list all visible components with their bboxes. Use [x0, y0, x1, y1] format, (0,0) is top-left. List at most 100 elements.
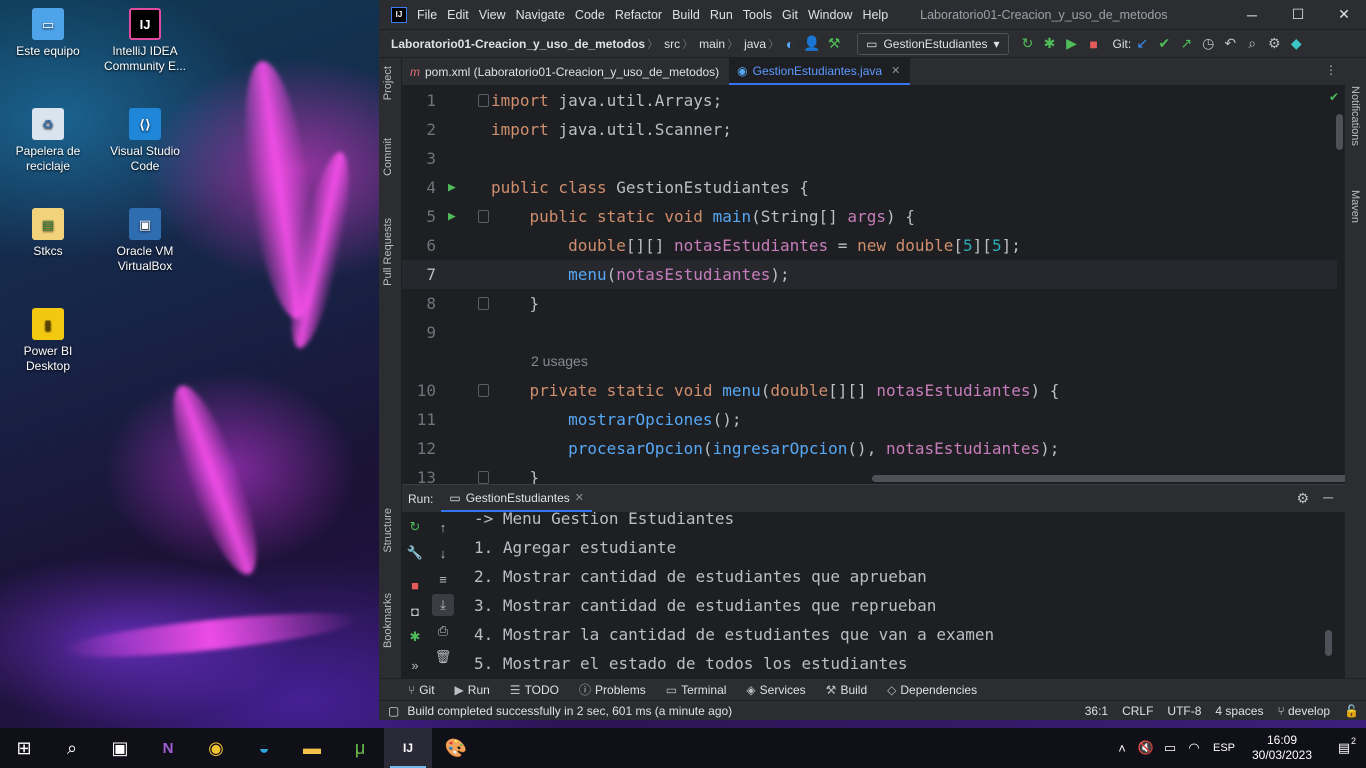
breadcrumb-java[interactable]: java [738, 37, 768, 51]
close-button[interactable]: ✕ [1321, 0, 1366, 29]
menu-navigate[interactable]: Navigate [516, 8, 565, 22]
more-options-icon[interactable]: ⋮ [1325, 63, 1337, 77]
menu-git[interactable]: Git [782, 8, 798, 22]
menu-build[interactable]: Build [672, 8, 700, 22]
caret-position[interactable]: 36:1 [1085, 704, 1108, 718]
code-line[interactable]: 2 import java.util.Scanner; [402, 115, 1337, 144]
code-line[interactable]: 6 double[][] notasEstudiantes = new doub… [402, 231, 1337, 260]
code-line[interactable]: 3 [402, 144, 1337, 173]
tool-tab-maven[interactable]: Maven [1349, 190, 1361, 223]
desktop-icon-intellij[interactable]: IJ IntelliJ IDEA Community E... [97, 8, 193, 74]
search-icon[interactable]: ⌕ [48, 728, 96, 768]
volume-muted-icon[interactable]: 🔇 [1134, 740, 1158, 756]
debug-settings-icon[interactable]: ✱ [404, 626, 426, 648]
run-tab-gestion-estudiantes[interactable]: ▭ GestionEstudiantes ✕ [441, 485, 592, 512]
close-tab-icon[interactable]: ✕ [891, 64, 900, 77]
hammer-icon[interactable]: ⚒ [823, 33, 845, 55]
code-editor[interactable]: ✔ 1 import java.util.Arrays; 2 import java.… [402, 86, 1345, 484]
debug-icon[interactable]: ✱ [1039, 33, 1061, 55]
bottom-tool-terminal[interactable]: ▭ Terminal [666, 683, 727, 697]
hide-panel-icon[interactable]: ─ [1323, 489, 1333, 505]
trash-icon[interactable]: 🗑 [432, 646, 454, 668]
vertical-scrollbar[interactable] [1336, 114, 1343, 150]
breadcrumb-main[interactable]: main [693, 37, 727, 51]
onenote-icon[interactable]: N [144, 728, 192, 768]
tool-tab-structure[interactable]: Structure [382, 508, 394, 553]
run-config-selector[interactable]: ▭ GestionEstudiantes ▾ [857, 32, 1009, 55]
notification-center-icon[interactable]: ▤ 2 [1322, 736, 1366, 756]
git-push-icon[interactable]: ↗ [1175, 33, 1197, 55]
wrench-icon[interactable]: 🔧 [404, 542, 426, 564]
task-view-icon[interactable]: ▣ [96, 728, 144, 768]
file-encoding[interactable]: UTF-8 [1167, 704, 1201, 718]
code-line[interactable]: 11 mostrarOpciones(); [402, 405, 1337, 434]
desktop-icon-powerbi[interactable]: ▮ Power BI Desktop [0, 308, 96, 374]
file-explorer-icon[interactable]: ▬ [288, 728, 336, 768]
rerun-icon[interactable]: ↻ [1017, 33, 1039, 55]
tool-tab-notifications[interactable]: Notifications [1349, 86, 1361, 146]
usages-hint[interactable]: 2 usages [402, 347, 1337, 376]
bottom-tool-git[interactable]: ⑂ Git [408, 683, 435, 697]
code-line[interactable]: 13 } [402, 463, 1337, 484]
desktop-icon-recycle-bin[interactable]: ♻ Papelera de reciclaje [0, 108, 96, 174]
menu-code[interactable]: Code [575, 8, 605, 22]
bottom-tool-services[interactable]: ◈ Services [746, 683, 805, 697]
menu-refactor[interactable]: Refactor [615, 8, 662, 22]
class-icon[interactable]: ◐ [779, 33, 801, 55]
chevron-up-icon[interactable]: ˄ [1110, 741, 1134, 756]
code-line[interactable]: 5 ▶ public static void main(String[] args… [402, 202, 1337, 231]
code-line[interactable]: 1 import java.util.Arrays; [402, 86, 1337, 115]
git-commit-icon[interactable]: ✔ [1153, 33, 1175, 55]
status-message[interactable]: Build completed successfully in 2 sec, 6… [407, 704, 732, 718]
bottom-tool-build[interactable]: ⚒ Build [826, 683, 867, 697]
chrome-icon[interactable]: ◉ [192, 728, 240, 768]
desktop-icon-vscode[interactable]: ⟨⟩ Visual Studio Code [97, 108, 193, 174]
tool-tab-project[interactable]: Project [382, 66, 394, 100]
rollback-icon[interactable]: ↶ [1219, 33, 1241, 55]
bottom-tool-problems[interactable]: ⓘ Problems [579, 681, 646, 698]
code-line[interactable]: 8 } [402, 289, 1337, 318]
menu-window[interactable]: Window [808, 8, 852, 22]
gear-icon[interactable]: ⚙ [1296, 490, 1309, 507]
breadcrumb-project[interactable]: Laboratorio01-Creacion_y_uso_de_metodos [380, 37, 647, 51]
battery-icon[interactable]: ▭ [1158, 740, 1182, 756]
fold-icon[interactable] [478, 297, 489, 310]
menu-file[interactable]: File [417, 8, 437, 22]
search-icon[interactable]: ⌕ [1241, 33, 1263, 55]
intellij-taskbar-icon[interactable]: IJ [384, 728, 432, 768]
arrow-down-icon[interactable]: ↓ [432, 542, 454, 564]
code-line[interactable]: 9 [402, 318, 1337, 347]
close-tab-icon[interactable]: ✕ [575, 491, 584, 504]
input-language[interactable]: ESP [1206, 742, 1242, 754]
desktop-icon-stkcs[interactable]: ▤ Stkcs [0, 208, 96, 259]
desktop-icon-este-equipo[interactable]: ▭ Este equipo [0, 8, 96, 59]
scroll-to-end-icon[interactable]: ⤓ [432, 594, 454, 616]
tool-tab-pull-requests[interactable]: Pull Requests [382, 218, 394, 286]
bottom-tool-run[interactable]: ▶ Run [455, 683, 490, 697]
indent-setting[interactable]: 4 spaces [1215, 704, 1263, 718]
intellij-logo-icon[interactable]: IJ [391, 6, 407, 23]
utorrent-icon[interactable]: μ [336, 728, 384, 768]
more-icon[interactable]: » [404, 654, 426, 676]
run-gutter-icon[interactable]: ▶ [448, 173, 456, 202]
tab-pom-xml[interactable]: m pom.xml (Laboratorio01-Creacion_y_uso_… [402, 58, 729, 85]
desktop-icon-virtualbox[interactable]: ▣ Oracle VM VirtualBox [97, 208, 193, 274]
tab-gestion-estudiantes[interactable]: ◉ GestionEstudiantes.java ✕ [729, 58, 911, 85]
arrow-up-icon[interactable]: ↑ [432, 516, 454, 538]
user-icon[interactable]: 👤 [801, 33, 823, 55]
code-line[interactable]: 10 private static void menu(double[][] n… [402, 376, 1337, 405]
fold-icon[interactable] [478, 210, 489, 223]
camera-icon[interactable]: ◘ [404, 600, 426, 622]
run-coverage-icon[interactable]: ▶ [1061, 33, 1083, 55]
print-icon[interactable]: ⎙ [432, 620, 454, 642]
tool-tab-commit[interactable]: Commit [382, 138, 394, 176]
console-scrollbar[interactable] [1325, 630, 1332, 656]
menu-view[interactable]: View [479, 8, 506, 22]
line-separator[interactable]: CRLF [1122, 704, 1153, 718]
console-output[interactable]: -> Menu Gestion Estudiantes 1. Agregar es… [474, 512, 1334, 679]
code-with-me-icon[interactable]: ◆ [1285, 33, 1307, 55]
git-update-icon[interactable]: ↙ [1131, 33, 1153, 55]
code-line[interactable]: 7 menu(notasEstudiantes); [402, 260, 1337, 289]
lock-icon[interactable]: 🔓 [1344, 704, 1359, 718]
bottom-tool-dependencies[interactable]: ◇ Dependencies [887, 683, 977, 697]
